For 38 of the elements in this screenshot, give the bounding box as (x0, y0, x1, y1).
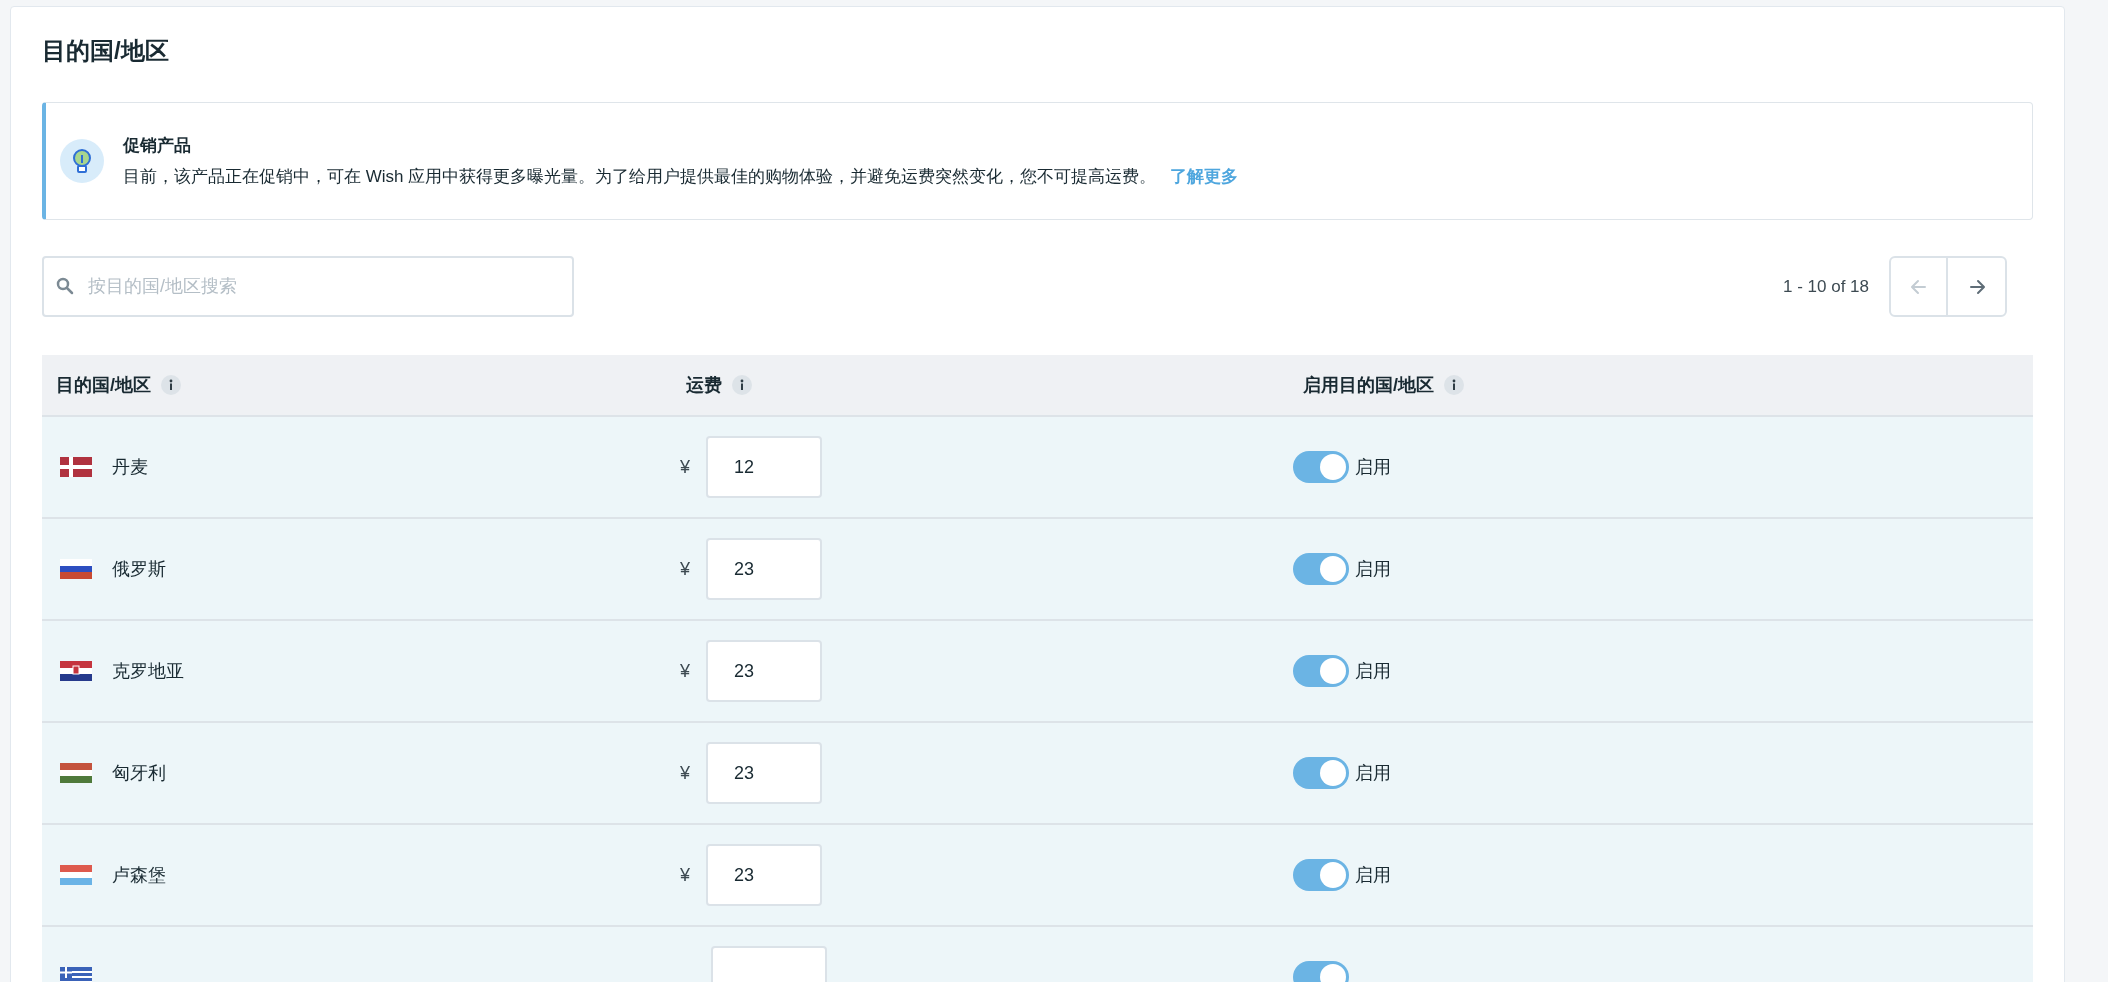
price-field[interactable]: 23 (706, 538, 822, 600)
country-name: 克罗地亚 (112, 659, 184, 683)
toggle-label: 启用 (1355, 659, 1391, 683)
toggle-switch[interactable] (1293, 859, 1349, 891)
pagination-range: 1 - 10 of 18 (1783, 275, 1869, 298)
info-icon[interactable] (1444, 375, 1464, 395)
currency-symbol: ¥ (680, 659, 690, 683)
notice-title: 促销产品 (123, 134, 192, 157)
search-field[interactable]: 按目的国/地区搜索 (42, 256, 574, 317)
toggle-label: 启用 (1355, 761, 1391, 785)
toggle-label: 启用 (1355, 863, 1391, 887)
country-name: 卢森堡 (112, 863, 166, 887)
price-field[interactable]: 23 (706, 640, 822, 702)
toggle-label: 启用 (1355, 557, 1391, 581)
price-field[interactable]: 12 (706, 436, 822, 498)
currency-symbol: ¥ (680, 863, 690, 887)
notice-text: 目前，该产品正在促销中，可在 Wish 应用中获得更多曝光量。为了给用户提供最佳的购物体验，并避免运费突然变化，您不可提高运费。 (123, 166, 1157, 188)
section-title: 目的国/地区 (42, 36, 170, 66)
info-icon[interactable] (161, 375, 181, 395)
currency-symbol: ¥ (680, 761, 690, 785)
column-header: 启用目的国/地区 (1303, 373, 1434, 397)
search-icon (56, 277, 74, 295)
toggle-switch[interactable] (1293, 757, 1349, 789)
toggle-switch[interactable] (1293, 655, 1349, 687)
lightbulb-icon (60, 139, 104, 183)
country-name: 俄罗斯 (112, 557, 166, 581)
toggle-switch[interactable] (1293, 553, 1349, 585)
currency-symbol: ¥ (680, 455, 690, 479)
toggle-label: 启用 (1355, 455, 1391, 479)
currency-symbol: ¥ (680, 557, 690, 581)
country-name: 丹麦 (112, 455, 148, 479)
toggle-switch[interactable] (1293, 451, 1349, 483)
column-header: 运费 (686, 373, 722, 397)
country-name: 匈牙利 (112, 761, 166, 785)
column-header: 目的国/地区 (56, 373, 151, 397)
price-field[interactable]: 23 (706, 844, 822, 906)
price-field[interactable]: 23 (706, 742, 822, 804)
info-icon[interactable] (732, 375, 752, 395)
